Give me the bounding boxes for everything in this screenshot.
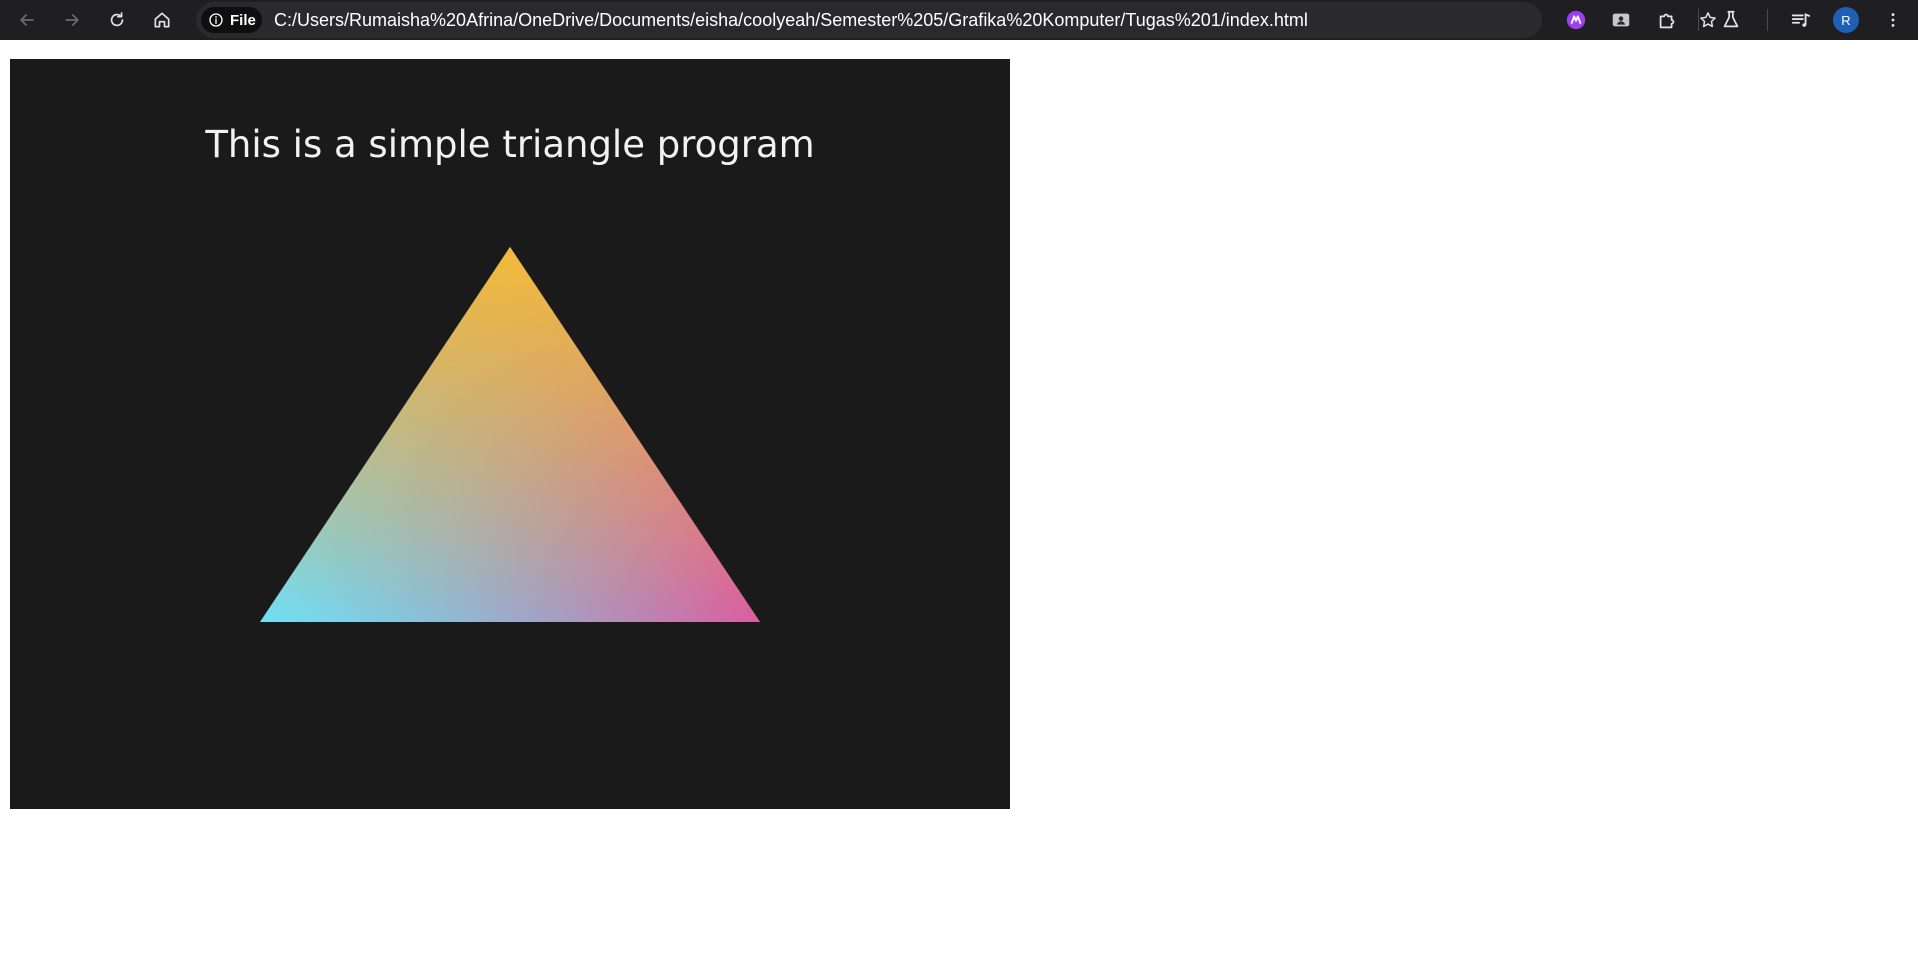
forward-button[interactable] [56,4,88,36]
url-text[interactable]: C:/Users/Rumaisha%20Afrina/OneDrive/Docu… [274,2,1308,38]
address-bar[interactable]: File C:/Users/Rumaisha%20Afrina/OneDrive… [196,2,1716,38]
browser-toolbar: File C:/Users/Rumaisha%20Afrina/OneDrive… [0,0,1918,40]
home-icon [154,12,170,28]
flask-icon [1723,10,1739,28]
toolbar-divider [1698,9,1699,31]
playlist-icon [1791,13,1811,27]
home-button[interactable] [146,4,178,36]
profile-card-extension-icon [1612,13,1630,27]
labs-button[interactable] [1715,4,1747,36]
purple-extension-icon [1566,10,1586,30]
profile-avatar-button[interactable]: R [1833,7,1859,33]
reload-button[interactable] [101,4,133,36]
reading-list-button[interactable] [1785,4,1817,36]
site-info-chip[interactable]: File [201,7,262,33]
profile-card-extension-button[interactable] [1605,4,1637,36]
site-chip-label: File [230,11,256,29]
puzzle-icon [1659,13,1675,29]
profile-initial: R [1841,12,1851,28]
back-button[interactable] [11,4,43,36]
arrow-left-icon [20,14,34,26]
reload-icon [110,12,124,27]
kebab-menu-icon [1891,13,1895,27]
page-title: This is a simple triangle program [205,123,815,166]
gradient-triangle [260,247,760,622]
toolbar-divider [1767,9,1768,31]
purple-extension-button[interactable] [1560,4,1592,36]
extensions-menu-button[interactable] [1651,4,1683,36]
browser-menu-button[interactable] [1877,4,1909,36]
arrow-right-icon [65,14,79,26]
webgl-canvas: This is a simple triangle program [10,59,1010,809]
info-icon [209,13,223,27]
